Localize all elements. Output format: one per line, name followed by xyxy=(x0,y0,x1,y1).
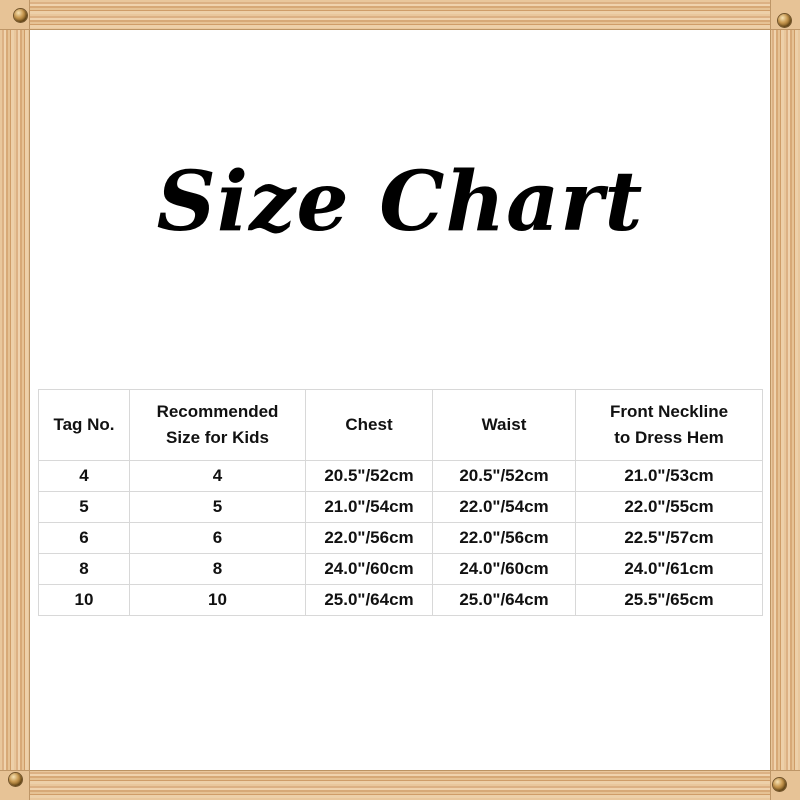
size-table-container: Tag No. Recommended Size for Kids Chest … xyxy=(38,389,763,616)
column-header-chest: Chest xyxy=(305,389,433,461)
cell-front-neckline: 22.5"/57cm xyxy=(575,522,763,554)
cell-front-neckline: 21.0"/53cm xyxy=(575,460,763,492)
cell-recommended-size: 6 xyxy=(129,522,306,554)
cell-waist: 20.5"/52cm xyxy=(432,460,576,492)
cell-tag-no: 10 xyxy=(38,584,130,616)
screw-icon-top-right xyxy=(778,14,791,27)
cell-recommended-size: 4 xyxy=(129,460,306,492)
cell-tag-no: 8 xyxy=(38,553,130,585)
table-row: 5 5 21.0"/54cm 22.0"/54cm 22.0"/55cm xyxy=(38,491,763,523)
cell-front-neckline: 25.5"/65cm xyxy=(575,584,763,616)
column-header-recommended-size: Recommended Size for Kids xyxy=(129,389,306,461)
size-chart-image: Size Chart Tag No. Recommended Size for … xyxy=(0,0,800,800)
cell-front-neckline: 24.0"/61cm xyxy=(575,553,763,585)
cell-chest: 22.0"/56cm xyxy=(305,522,433,554)
column-header-recommended-size-line1: Recommended xyxy=(156,402,279,421)
wood-frame-bottom-rail xyxy=(0,770,800,800)
cell-recommended-size: 8 xyxy=(129,553,306,585)
cell-chest: 24.0"/60cm xyxy=(305,553,433,585)
cell-tag-no: 6 xyxy=(38,522,130,554)
column-header-recommended-size-line2: Size for Kids xyxy=(166,428,269,447)
cell-waist: 25.0"/64cm xyxy=(432,584,576,616)
table-row: 6 6 22.0"/56cm 22.0"/56cm 22.5"/57cm xyxy=(38,522,763,554)
table-row: 10 10 25.0"/64cm 25.0"/64cm 25.5"/65cm xyxy=(38,584,763,616)
column-header-waist-line1: Waist xyxy=(481,415,527,434)
wood-frame-top-rail xyxy=(0,0,800,30)
wood-frame-right-rail xyxy=(770,0,800,800)
cell-tag-no: 5 xyxy=(38,491,130,523)
cell-chest: 20.5"/52cm xyxy=(305,460,433,492)
cell-recommended-size: 10 xyxy=(129,584,306,616)
table-row: 4 4 20.5"/52cm 20.5"/52cm 21.0"/53cm xyxy=(38,460,763,492)
cell-chest: 21.0"/54cm xyxy=(305,491,433,523)
wood-frame-left-rail xyxy=(0,0,30,800)
column-header-tag-no-line1: Tag No. xyxy=(53,415,115,434)
column-header-front-neckline: Front Neckline to Dress Hem xyxy=(575,389,763,461)
screw-icon-bottom-right xyxy=(773,778,786,791)
cell-front-neckline: 22.0"/55cm xyxy=(575,491,763,523)
table-header-row: Tag No. Recommended Size for Kids Chest … xyxy=(38,389,763,461)
table-row: 8 8 24.0"/60cm 24.0"/60cm 24.0"/61cm xyxy=(38,553,763,585)
cell-tag-no: 4 xyxy=(38,460,130,492)
column-header-waist: Waist xyxy=(432,389,576,461)
column-header-front-neckline-line2: to Dress Hem xyxy=(614,428,724,447)
cell-waist: 24.0"/60cm xyxy=(432,553,576,585)
cell-chest: 25.0"/64cm xyxy=(305,584,433,616)
size-chart-table: Tag No. Recommended Size for Kids Chest … xyxy=(38,389,763,616)
cell-waist: 22.0"/54cm xyxy=(432,491,576,523)
cell-recommended-size: 5 xyxy=(129,491,306,523)
column-header-front-neckline-line1: Front Neckline xyxy=(609,402,729,421)
screw-icon-top-left xyxy=(14,9,27,22)
cell-waist: 22.0"/56cm xyxy=(432,522,576,554)
screw-icon-bottom-left xyxy=(9,773,22,786)
chart-canvas: Size Chart Tag No. Recommended Size for … xyxy=(31,31,769,769)
page-title: Size Chart xyxy=(156,154,644,250)
column-header-tag-no: Tag No. xyxy=(38,389,130,461)
column-header-chest-line1: Chest xyxy=(345,415,393,434)
